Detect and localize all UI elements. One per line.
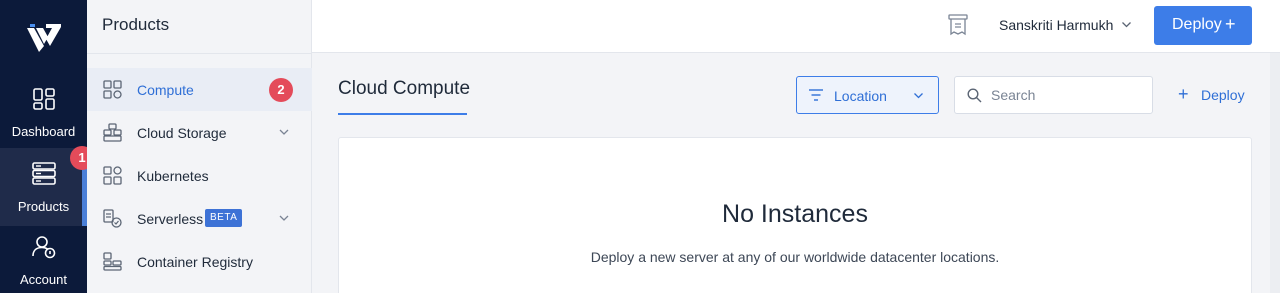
rail-item-dashboard[interactable]: Dashboard bbox=[0, 74, 87, 150]
chevron-down-icon bbox=[914, 93, 923, 99]
dashboard-icon bbox=[33, 88, 55, 110]
subnav-title: Products bbox=[102, 15, 170, 34]
plus-icon: + bbox=[1178, 84, 1189, 104]
filter-icon bbox=[809, 89, 823, 101]
subnav-item-serverless[interactable]: Serverless BETA bbox=[87, 197, 312, 240]
rail-item-label: Products bbox=[17, 199, 70, 214]
subnav-item-kubernetes[interactable]: Kubernetes bbox=[87, 154, 312, 197]
subnav-item-label: Serverless bbox=[137, 211, 204, 227]
deploy-button-label: Deploy bbox=[1172, 16, 1222, 33]
products-subnav: Products Compute 2 Cloud Storage Kuberne… bbox=[87, 0, 312, 293]
chevron-down-icon[interactable] bbox=[1121, 20, 1132, 29]
rail-item-account[interactable]: Account bbox=[0, 226, 87, 293]
scrollbar[interactable] bbox=[1270, 53, 1280, 293]
rail-item-label: Account bbox=[20, 272, 67, 287]
subnav-item-container-registry[interactable]: Container Registry bbox=[87, 240, 312, 283]
storage-icon bbox=[103, 123, 122, 142]
ticket-icon[interactable] bbox=[948, 14, 968, 36]
subnav-item-compute[interactable]: Compute 2 bbox=[87, 68, 312, 111]
divider bbox=[87, 53, 312, 54]
vultr-logo-icon[interactable] bbox=[27, 24, 61, 52]
chevron-down-icon[interactable] bbox=[278, 213, 290, 223]
location-filter-label: Location bbox=[834, 88, 887, 104]
rail-item-label: Dashboard bbox=[11, 124, 76, 139]
empty-state-panel: No Instances Deploy a new server at any … bbox=[338, 137, 1252, 293]
deploy-button[interactable]: Deploy + bbox=[1154, 6, 1252, 45]
annotation-badge: 2 bbox=[269, 78, 293, 102]
search-icon bbox=[967, 88, 982, 103]
empty-state-text: Deploy a new server at any of our worldw… bbox=[590, 249, 1000, 265]
primary-rail: Dashboard Products Account bbox=[0, 0, 87, 293]
kubernetes-icon bbox=[103, 166, 122, 185]
beta-badge: BETA bbox=[205, 209, 243, 227]
active-tab-underline bbox=[338, 113, 467, 115]
location-filter-button[interactable]: Location bbox=[796, 76, 939, 114]
subnav-item-label: Cloud Storage bbox=[137, 125, 227, 141]
account-icon bbox=[32, 236, 56, 259]
subnav-item-label: Compute bbox=[137, 82, 194, 98]
page-title: Cloud Compute bbox=[338, 78, 471, 99]
search-input[interactable] bbox=[991, 85, 1141, 105]
subnav-item-label: Container Registry bbox=[137, 254, 253, 270]
serverless-icon bbox=[103, 209, 122, 228]
container-registry-icon bbox=[103, 252, 122, 271]
compute-icon bbox=[103, 80, 122, 99]
chevron-down-icon[interactable] bbox=[278, 127, 290, 137]
top-header: Sanskriti Harmukh Deploy + bbox=[312, 0, 1280, 53]
plus-icon: + bbox=[1225, 14, 1236, 34]
subnav-item-cloud-storage[interactable]: Cloud Storage bbox=[87, 111, 312, 154]
search-box[interactable] bbox=[954, 76, 1153, 114]
deploy-link-label: Deploy bbox=[1201, 87, 1245, 103]
user-menu[interactable]: Sanskriti Harmukh bbox=[999, 17, 1113, 33]
subnav-item-label: Kubernetes bbox=[137, 168, 209, 184]
server-stack-icon bbox=[32, 162, 56, 185]
empty-state-title: No Instances bbox=[722, 200, 868, 228]
